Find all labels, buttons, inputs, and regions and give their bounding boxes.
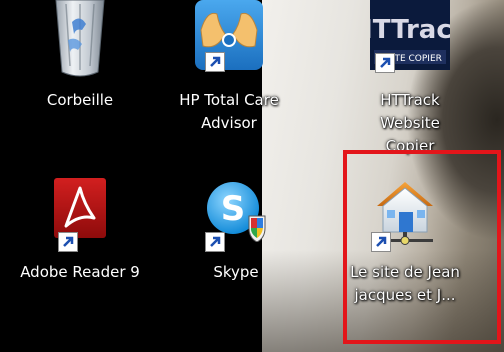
icon-label-adobe-reader: Adobe Reader 9 xyxy=(20,263,140,281)
desktop-icon-httrack[interactable]: HTTrack SITE COPIER HTTrack Website Copi… xyxy=(350,0,470,155)
highlight-rectangle xyxy=(343,150,501,344)
shortcut-arrow-icon xyxy=(375,53,395,73)
desktop-icon-adobe-reader[interactable]: Adobe Reader 9 xyxy=(20,172,140,282)
icon-label-recycle-bin: Corbeille xyxy=(46,91,114,109)
shortcut-arrow-icon xyxy=(205,52,225,72)
desktop-icon-hp-total-care[interactable]: HP Total Care Advisor xyxy=(169,0,289,135)
svg-text:S: S xyxy=(221,189,246,229)
recycle-bin-icon xyxy=(52,0,108,84)
icon-label-httrack: HTTrack Website Copier xyxy=(380,91,440,155)
icon-label-hp-total-care: HP Total Care Advisor xyxy=(179,91,279,132)
shortcut-arrow-icon xyxy=(58,232,78,252)
hp-total-care-icon xyxy=(193,0,265,80)
desktop[interactable]: Corbeille HP Total Care Advisor TTrac SI… xyxy=(0,0,504,352)
desktop-icon-recycle-bin[interactable]: Corbeille xyxy=(20,0,140,130)
shortcut-arrow-icon xyxy=(205,232,225,252)
httrack-logo-text: HTTrack xyxy=(370,15,450,45)
desktop-icon-skype[interactable]: S Skype xyxy=(176,172,296,282)
icon-label-skype: Skype xyxy=(213,263,259,281)
